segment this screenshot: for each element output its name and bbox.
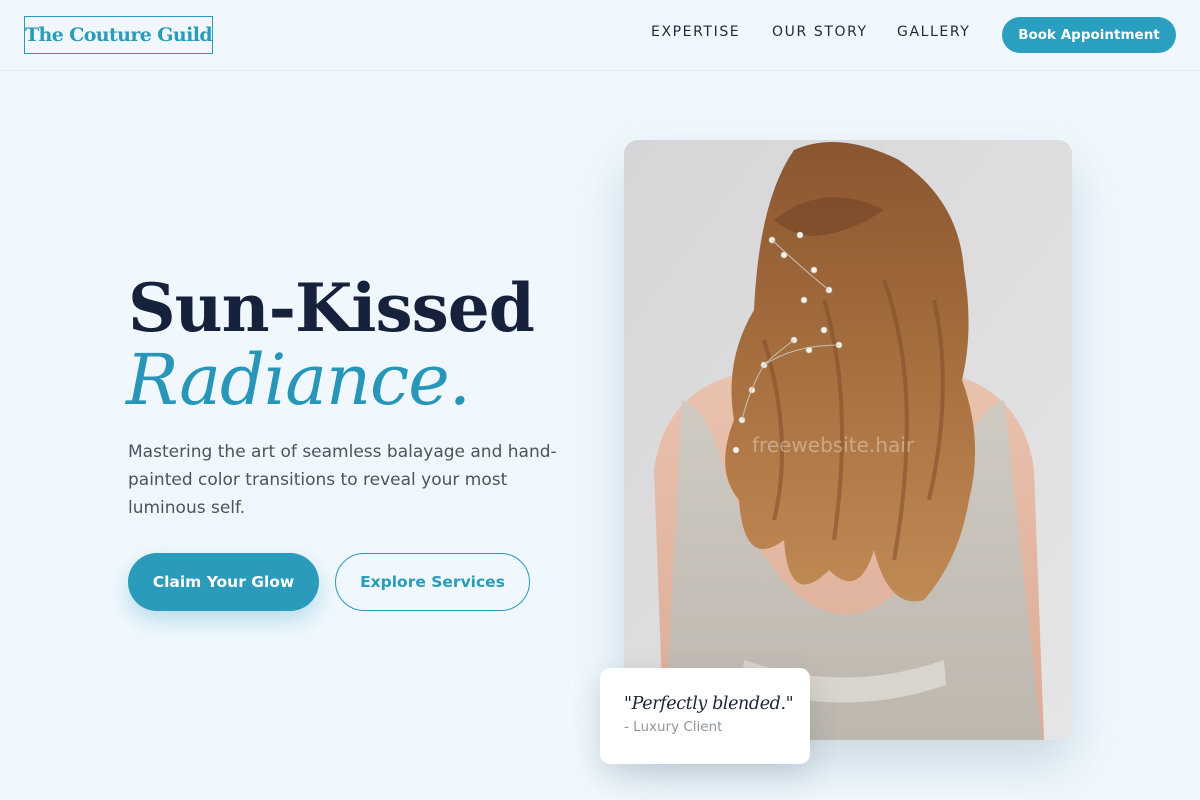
claim-your-glow-button[interactable]: Claim Your Glow bbox=[128, 553, 319, 611]
testimonial-card: "Perfectly blended." - Luxury Client bbox=[600, 668, 810, 764]
hero-headline-line1: Sun-Kissed bbox=[128, 269, 535, 347]
book-appointment-button[interactable]: Book Appointment bbox=[1002, 17, 1176, 53]
nav-link-expertise[interactable]: EXPERTISE bbox=[651, 24, 740, 40]
nav-link-gallery[interactable]: GALLERY bbox=[897, 24, 970, 40]
brand-logo[interactable]: The Couture Guild bbox=[24, 16, 213, 54]
testimonial-quote: "Perfectly blended." bbox=[624, 694, 794, 714]
nav-link-our-story[interactable]: OUR STORY bbox=[772, 24, 868, 40]
explore-services-button[interactable]: Explore Services bbox=[335, 553, 530, 611]
bride-hair-illustration: freewebsite.hair bbox=[624, 140, 1072, 740]
site-header: The Couture Guild EXPERTISE OUR STORY GA… bbox=[0, 0, 1200, 71]
photo-watermark: freewebsite.hair bbox=[752, 433, 915, 457]
hero-headline-line2: Radiance. bbox=[126, 339, 471, 421]
hero-intro-text: Mastering the art of seamless balayage a… bbox=[128, 442, 557, 518]
hero-photo: freewebsite.hair bbox=[624, 140, 1072, 740]
testimonial-author: - Luxury Client bbox=[624, 719, 723, 735]
